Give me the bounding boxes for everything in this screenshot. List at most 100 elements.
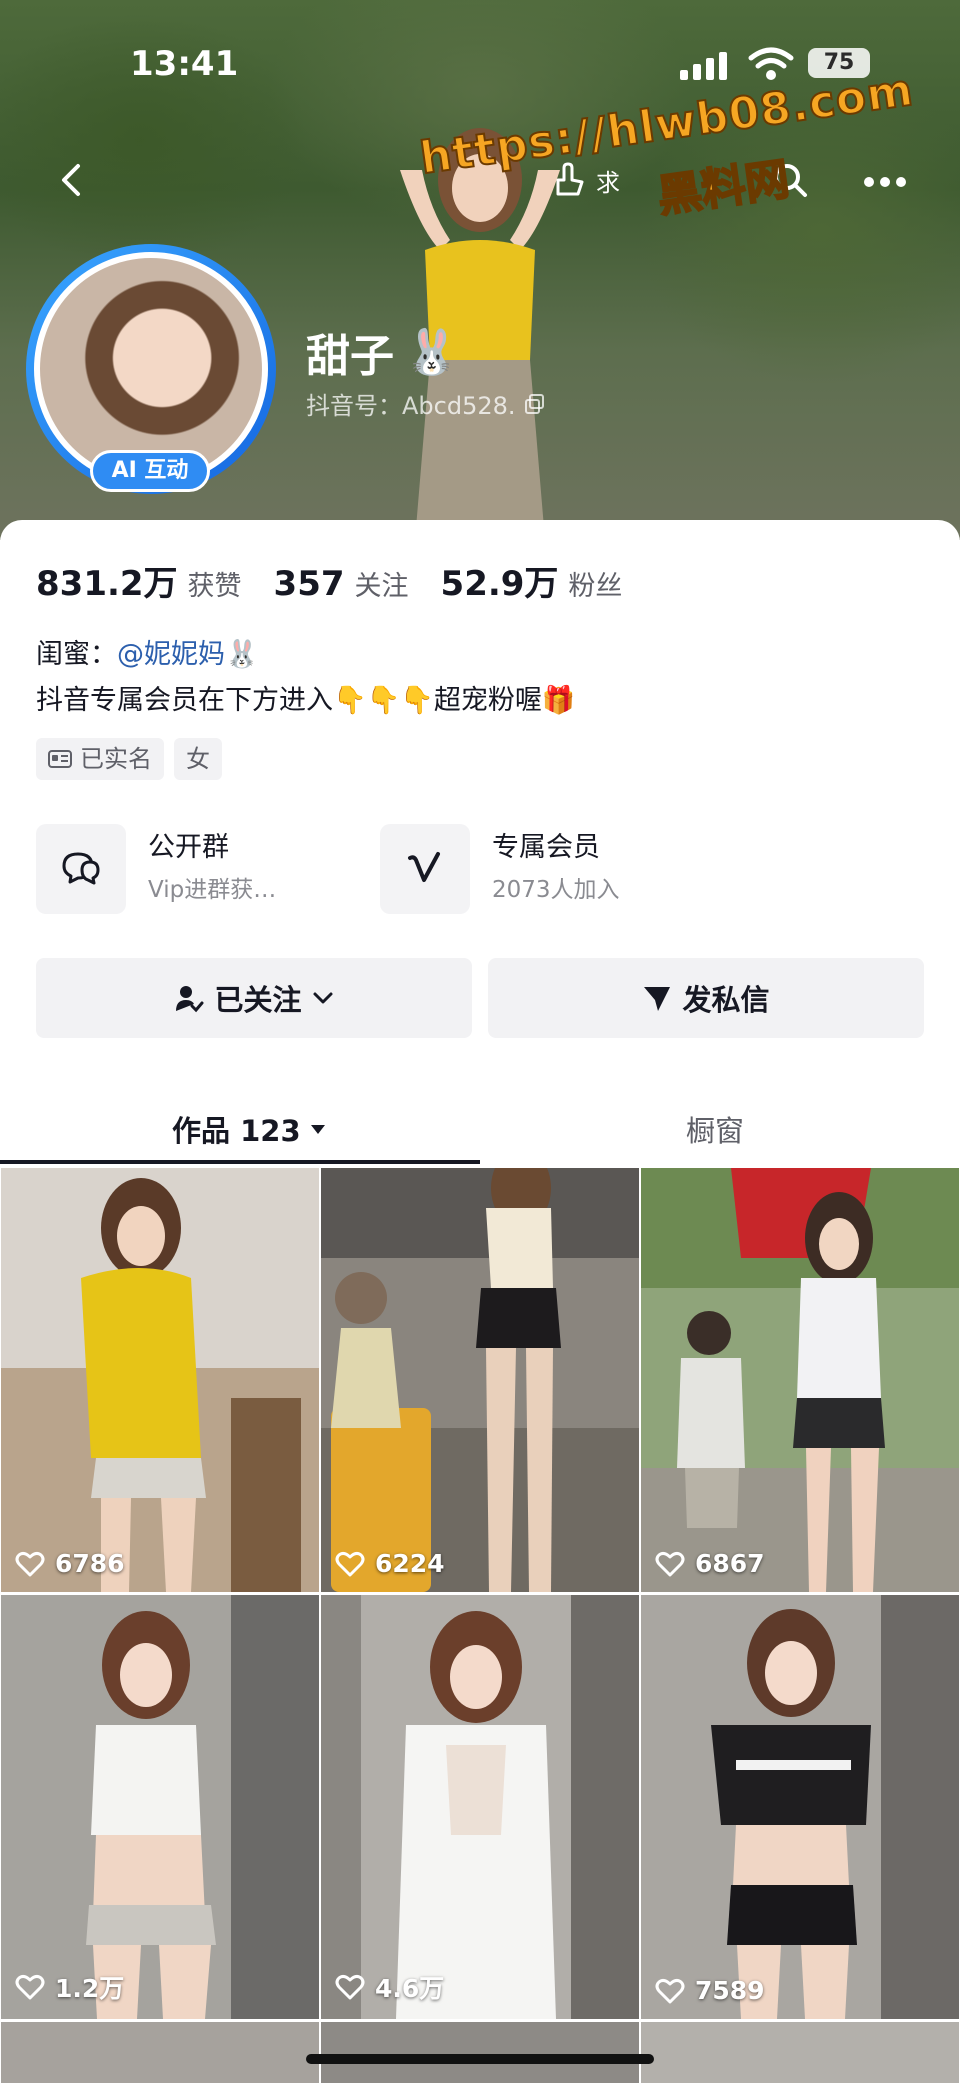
id-card-icon <box>48 750 72 768</box>
video-likes-count: 4.6万 <box>375 1974 445 2003</box>
more-icon[interactable] <box>860 164 910 200</box>
member-v-icon <box>408 852 440 882</box>
profile-name: 甜子 🐰 <box>306 320 459 384</box>
heart-icon <box>15 1974 45 2000</box>
feature-icon-box <box>380 824 470 914</box>
video-thumbnail[interactable]: 6224 <box>321 1168 639 1592</box>
stat-value: 52.9万 <box>440 564 559 604</box>
video-likes: 6786 <box>15 1549 125 1578</box>
battery-indicator: 75 <box>808 48 870 78</box>
stat-value: 831.2万 <box>36 564 178 604</box>
feature-public-group[interactable]: 公开群 Vip进群获… <box>36 824 276 914</box>
feature-text: 公开群 Vip进群获… <box>148 830 276 908</box>
stat-label: 粉丝 <box>568 571 623 602</box>
heart-icon <box>15 1551 45 1576</box>
tab-label: 作品 123 <box>172 1114 301 1148</box>
bunny-emoji: 🐰 <box>404 327 459 378</box>
bio-mention-link[interactable]: @妮妮妈 <box>117 639 225 670</box>
top-action-button[interactable]: 求 <box>548 160 620 200</box>
stat-label: 获赞 <box>187 571 242 602</box>
heart-icon <box>655 1551 685 1576</box>
profile-stats: 831.2万 获赞 357 关注 52.9万 粉丝 <box>36 556 622 605</box>
tag-gender: 女 <box>174 738 222 780</box>
video-likes-count: 6867 <box>695 1549 765 1578</box>
tab-active-indicator <box>0 1160 480 1164</box>
stat-followers[interactable]: 52.9万 粉丝 <box>441 556 623 605</box>
hand-point-icon <box>556 162 584 196</box>
message-button[interactable]: 发私信 <box>488 958 924 1038</box>
signal-icon <box>680 52 727 80</box>
tab-showcase[interactable]: 橱窗 <box>686 1094 744 1164</box>
followed-label: 已关注 <box>214 983 302 1017</box>
video-grid-next-row <box>0 2022 960 2083</box>
video-preview-image <box>641 1595 959 2019</box>
feature-subtitle: Vip进群获… <box>148 877 277 903</box>
top-action-label: 求 <box>596 168 620 197</box>
video-likes-count: 6786 <box>55 1549 125 1578</box>
video-grid: 6786 6224 6867 1.2万 4.6万 7589 <box>0 1168 960 2022</box>
send-icon <box>644 987 671 1011</box>
feature-entries: 公开群 Vip进群获… 专属会员 2073人加入 <box>36 824 924 914</box>
video-thumbnail-partial[interactable] <box>321 2022 639 2083</box>
video-thumbnail-partial[interactable] <box>641 2022 959 2083</box>
profile-name-text: 甜子 <box>306 331 394 382</box>
video-likes-count: 6224 <box>375 1549 445 1578</box>
tag-label: 女 <box>186 745 210 773</box>
video-thumbnail[interactable]: 1.2万 <box>1 1595 319 2019</box>
video-thumbnail-partial[interactable] <box>1 2022 319 2083</box>
followed-button[interactable]: 已关注 <box>36 958 472 1038</box>
feature-title: 专属会员 <box>492 832 600 863</box>
douyin-id[interactable]: 抖音号：Abcd528. <box>306 386 546 421</box>
video-preview-image <box>321 1595 639 2019</box>
video-likes: 4.6万 <box>335 1969 444 2005</box>
tab-label: 橱窗 <box>686 1114 745 1148</box>
heart-icon <box>335 1551 365 1576</box>
content-tabs: 作品 123 橱窗 <box>0 1094 960 1164</box>
heart-icon <box>335 1974 365 2000</box>
bio-line-2: 抖音专属会员在下方进入👇👇👇超宠粉喔🎁 <box>36 685 576 716</box>
caret-down-icon <box>310 1125 325 1134</box>
video-thumbnail[interactable]: 6786 <box>1 1168 319 1592</box>
video-preview-image <box>1 1595 319 2019</box>
stat-likes[interactable]: 831.2万 获赞 <box>36 556 242 605</box>
video-preview-image <box>1 1168 319 1592</box>
status-bar: 13:41 75 <box>0 36 960 96</box>
douyin-id-text: 抖音号：Abcd528. <box>306 392 516 420</box>
video-likes-count: 1.2万 <box>55 1974 125 2003</box>
feature-text: 专属会员 2073人加入 <box>492 830 620 908</box>
bio-line-1: 闺蜜：@妮妮妈🐰 <box>36 632 575 678</box>
message-label: 发私信 <box>682 983 770 1017</box>
tag-label: 已实名 <box>80 745 152 773</box>
video-thumbnail[interactable]: 6867 <box>641 1168 959 1592</box>
stat-label: 关注 <box>354 571 409 602</box>
video-thumbnail[interactable]: 7589 <box>641 1595 959 2019</box>
video-likes: 1.2万 <box>15 1969 124 2005</box>
bio-emoji: 🐰 <box>225 639 259 670</box>
video-preview-image <box>641 1168 959 1592</box>
search-icon[interactable] <box>770 160 810 200</box>
feature-membership[interactable]: 专属会员 2073人加入 <box>380 824 620 914</box>
wifi-icon <box>748 47 794 80</box>
copy-icon[interactable] <box>524 393 546 415</box>
video-likes: 6224 <box>335 1549 445 1578</box>
home-indicator[interactable] <box>306 2054 654 2064</box>
chevron-left-icon[interactable] <box>50 158 94 202</box>
feature-subtitle: 2073人加入 <box>492 877 620 903</box>
action-buttons: 已关注 发私信 <box>36 958 924 1038</box>
user-check-icon <box>176 986 204 1013</box>
tag-verified: 已实名 <box>36 738 164 780</box>
profile-tags: 已实名 女 <box>36 738 222 780</box>
top-nav: 求 <box>0 150 960 210</box>
chevron-down-icon <box>313 992 332 1004</box>
feature-title: 公开群 <box>148 832 229 863</box>
video-thumbnail[interactable]: 4.6万 <box>321 1595 639 2019</box>
video-likes: 7589 <box>655 1976 765 2005</box>
video-preview-image <box>321 1168 639 1592</box>
tab-works[interactable]: 作品 123 <box>172 1094 327 1164</box>
feature-icon-box <box>36 824 126 914</box>
stat-following[interactable]: 357 关注 <box>274 564 409 604</box>
group-chat-icon <box>62 852 100 885</box>
video-likes: 6867 <box>655 1549 765 1578</box>
profile-bio: 闺蜜：@妮妮妈🐰 抖音专属会员在下方进入👇👇👇超宠粉喔🎁 <box>36 632 575 724</box>
ai-interaction-badge[interactable]: AI 互动 <box>90 450 210 492</box>
